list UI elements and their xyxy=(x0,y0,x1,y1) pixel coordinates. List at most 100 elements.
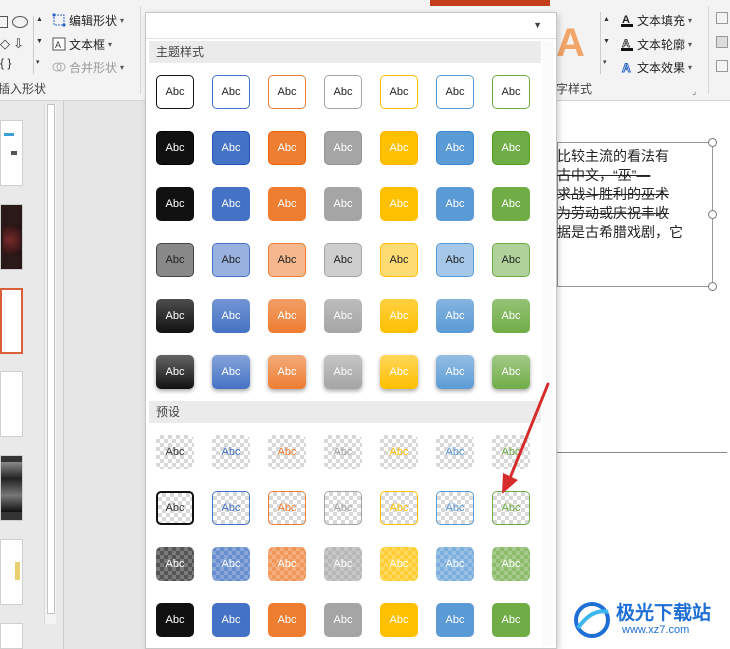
slide-thumbnail[interactable] xyxy=(0,455,23,521)
style-swatch[interactable]: Abc xyxy=(492,299,530,333)
style-swatch[interactable]: Abc xyxy=(492,243,530,277)
style-swatch[interactable]: Abc xyxy=(156,75,194,109)
style-swatch[interactable]: Abc xyxy=(212,547,250,581)
style-swatch[interactable]: Abc xyxy=(212,435,250,469)
style-swatch[interactable]: Abc xyxy=(324,603,362,637)
dialog-launcher-icon[interactable]: ⌟ xyxy=(692,86,696,97)
style-swatch[interactable]: Abc xyxy=(436,491,474,525)
resize-handle[interactable] xyxy=(708,210,717,219)
style-swatch[interactable]: Abc xyxy=(324,187,362,221)
style-swatch[interactable]: Abc xyxy=(436,547,474,581)
arrange-icon[interactable] xyxy=(716,60,728,72)
style-swatch[interactable]: Abc xyxy=(380,435,418,469)
style-swatch[interactable]: Abc xyxy=(212,243,250,277)
shapes-gallery-scroll[interactable]: ▲ ▼ ▾ xyxy=(33,16,45,74)
text-fill-button[interactable]: A 文本填充 ▾ xyxy=(620,10,692,30)
style-swatch[interactable]: Abc xyxy=(380,299,418,333)
style-swatch[interactable]: Abc xyxy=(324,299,362,333)
style-swatch[interactable]: Abc xyxy=(212,299,250,333)
slide-thumbnail[interactable] xyxy=(0,204,23,270)
style-swatch[interactable]: Abc xyxy=(492,491,530,525)
style-swatch[interactable]: Abc xyxy=(156,603,194,637)
style-swatch[interactable]: Abc xyxy=(268,355,306,389)
style-swatch[interactable]: Abc xyxy=(436,299,474,333)
style-swatch[interactable]: Abc xyxy=(436,355,474,389)
style-swatch[interactable]: Abc xyxy=(380,355,418,389)
chevron-down-icon[interactable]: ▼ xyxy=(533,20,542,30)
slide-thumbnail[interactable] xyxy=(0,623,23,649)
style-swatch[interactable]: Abc xyxy=(324,243,362,277)
slide-thumbnail[interactable] xyxy=(0,539,23,605)
style-swatch[interactable]: Abc xyxy=(436,243,474,277)
edit-shape-button[interactable]: 编辑形状 ▾ xyxy=(52,10,124,30)
style-swatch[interactable]: Abc xyxy=(212,603,250,637)
style-swatch[interactable]: Abc xyxy=(268,131,306,165)
style-swatch[interactable]: Abc xyxy=(492,603,530,637)
style-swatch[interactable]: Abc xyxy=(492,75,530,109)
style-swatch[interactable]: Abc xyxy=(380,187,418,221)
style-swatch[interactable]: Abc xyxy=(380,131,418,165)
style-swatch[interactable]: Abc xyxy=(492,131,530,165)
thumbnail-scrollbar[interactable] xyxy=(44,104,56,624)
style-swatch[interactable]: Abc xyxy=(492,355,530,389)
style-swatch[interactable]: Abc xyxy=(324,131,362,165)
style-swatch[interactable]: Abc xyxy=(324,547,362,581)
merge-shapes-button[interactable]: 合并形状 ▾ xyxy=(52,57,124,77)
style-swatch[interactable]: Abc xyxy=(324,435,362,469)
style-swatch[interactable]: Abc xyxy=(212,131,250,165)
wordart-preview-icon[interactable]: A xyxy=(556,18,585,68)
style-swatch[interactable]: Abc xyxy=(492,547,530,581)
style-swatch[interactable]: Abc xyxy=(380,491,418,525)
style-swatch[interactable]: Abc xyxy=(380,603,418,637)
slide-text-content[interactable]: 比较主流的看法有 古中文，“巫”— 求战斗胜利的巫术 为劳动或庆祝丰收 据是古希… xyxy=(557,147,707,242)
style-swatch[interactable]: Abc xyxy=(492,435,530,469)
style-swatch[interactable]: Abc xyxy=(156,435,194,469)
style-swatch[interactable]: Abc xyxy=(156,299,194,333)
wordart-gallery-scroll[interactable]: ▲ ▼ ▾ xyxy=(600,12,612,74)
style-swatch[interactable]: Abc xyxy=(436,603,474,637)
style-swatch[interactable]: Abc xyxy=(212,491,250,525)
gallery-scrollbar[interactable] xyxy=(542,41,554,646)
rectangle-shape-icon[interactable] xyxy=(0,16,8,28)
arrow-down-shape-icon[interactable]: ⇩ xyxy=(13,36,24,52)
style-swatch[interactable]: Abc xyxy=(212,75,250,109)
style-swatch[interactable]: Abc xyxy=(268,603,306,637)
resize-handle[interactable] xyxy=(708,138,717,147)
scrollbar-handle[interactable] xyxy=(47,104,55,614)
style-swatch[interactable]: Abc xyxy=(212,355,250,389)
style-swatch[interactable]: Abc xyxy=(156,243,194,277)
style-swatch[interactable]: Abc xyxy=(156,547,194,581)
style-swatch[interactable]: Abc xyxy=(268,243,306,277)
slide-thumbnail-selected[interactable] xyxy=(0,288,23,354)
text-effects-button[interactable]: A 文本效果 ▾ xyxy=(620,57,693,77)
resize-handle[interactable] xyxy=(708,282,717,291)
style-swatch[interactable]: Abc xyxy=(436,131,474,165)
slide-thumbnail[interactable] xyxy=(0,120,23,186)
diamond-shape-icon[interactable]: ◇ xyxy=(0,36,10,52)
style-swatch[interactable]: Abc xyxy=(268,435,306,469)
oval-shape-icon[interactable] xyxy=(12,16,28,28)
style-swatch[interactable]: Abc xyxy=(268,491,306,525)
arrange-icon[interactable] xyxy=(716,12,728,24)
style-swatch[interactable]: Abc xyxy=(268,547,306,581)
slide-thumbnail[interactable] xyxy=(0,371,23,437)
style-swatch[interactable]: Abc xyxy=(156,131,194,165)
arrange-icon[interactable] xyxy=(716,36,728,48)
style-swatch[interactable]: Abc xyxy=(268,75,306,109)
style-swatch[interactable]: Abc xyxy=(268,187,306,221)
style-swatch[interactable]: Abc xyxy=(324,491,362,525)
style-swatch[interactable]: Abc xyxy=(324,355,362,389)
text-outline-button[interactable]: A 文本轮廓 ▾ xyxy=(620,34,692,54)
text-box-button[interactable]: A 文本框 ▾ xyxy=(52,34,112,54)
style-swatch[interactable]: Abc xyxy=(212,187,250,221)
style-swatch[interactable]: Abc xyxy=(436,187,474,221)
style-swatch[interactable]: Abc xyxy=(436,435,474,469)
style-swatch[interactable]: Abc xyxy=(268,299,306,333)
style-swatch[interactable]: Abc xyxy=(492,187,530,221)
style-swatch[interactable]: Abc xyxy=(436,75,474,109)
style-swatch[interactable]: Abc xyxy=(324,75,362,109)
style-swatch[interactable]: Abc xyxy=(156,491,194,525)
style-swatch[interactable]: Abc xyxy=(380,243,418,277)
style-swatch[interactable]: Abc xyxy=(380,547,418,581)
brace-shape-icon[interactable]: { } xyxy=(0,56,11,70)
